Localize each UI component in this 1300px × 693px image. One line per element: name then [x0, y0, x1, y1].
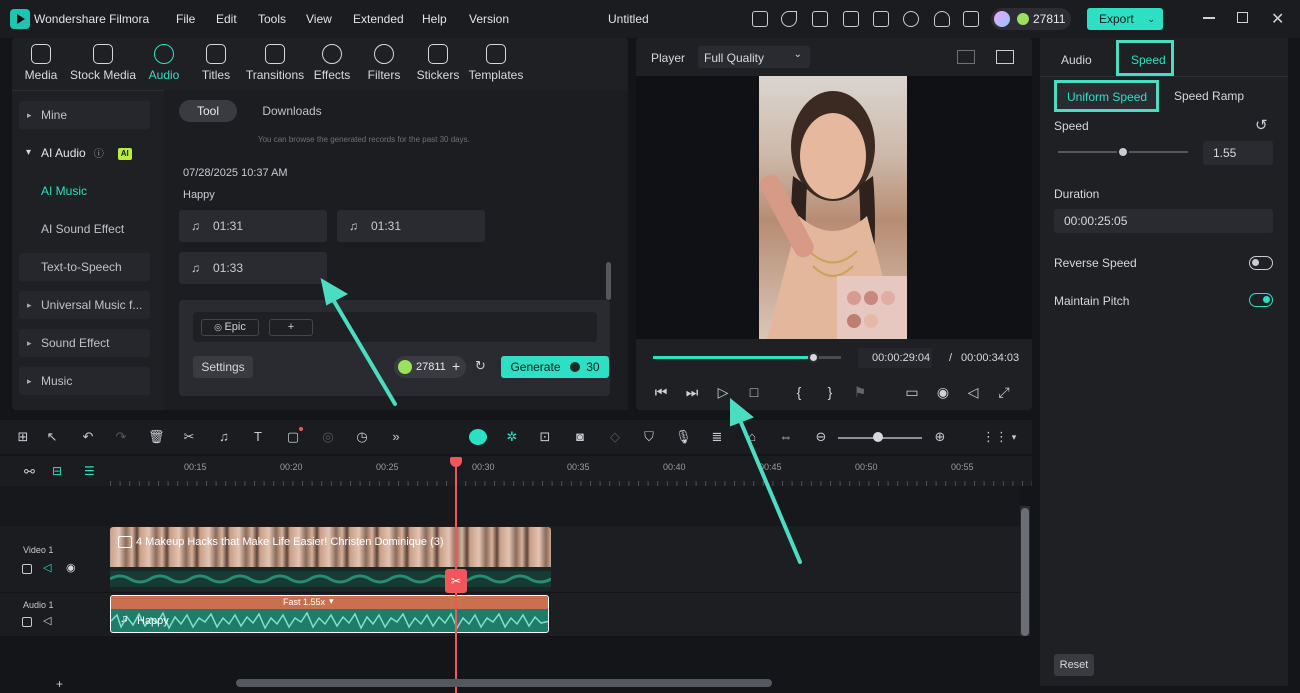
annotation-arrows: [320, 278, 802, 564]
